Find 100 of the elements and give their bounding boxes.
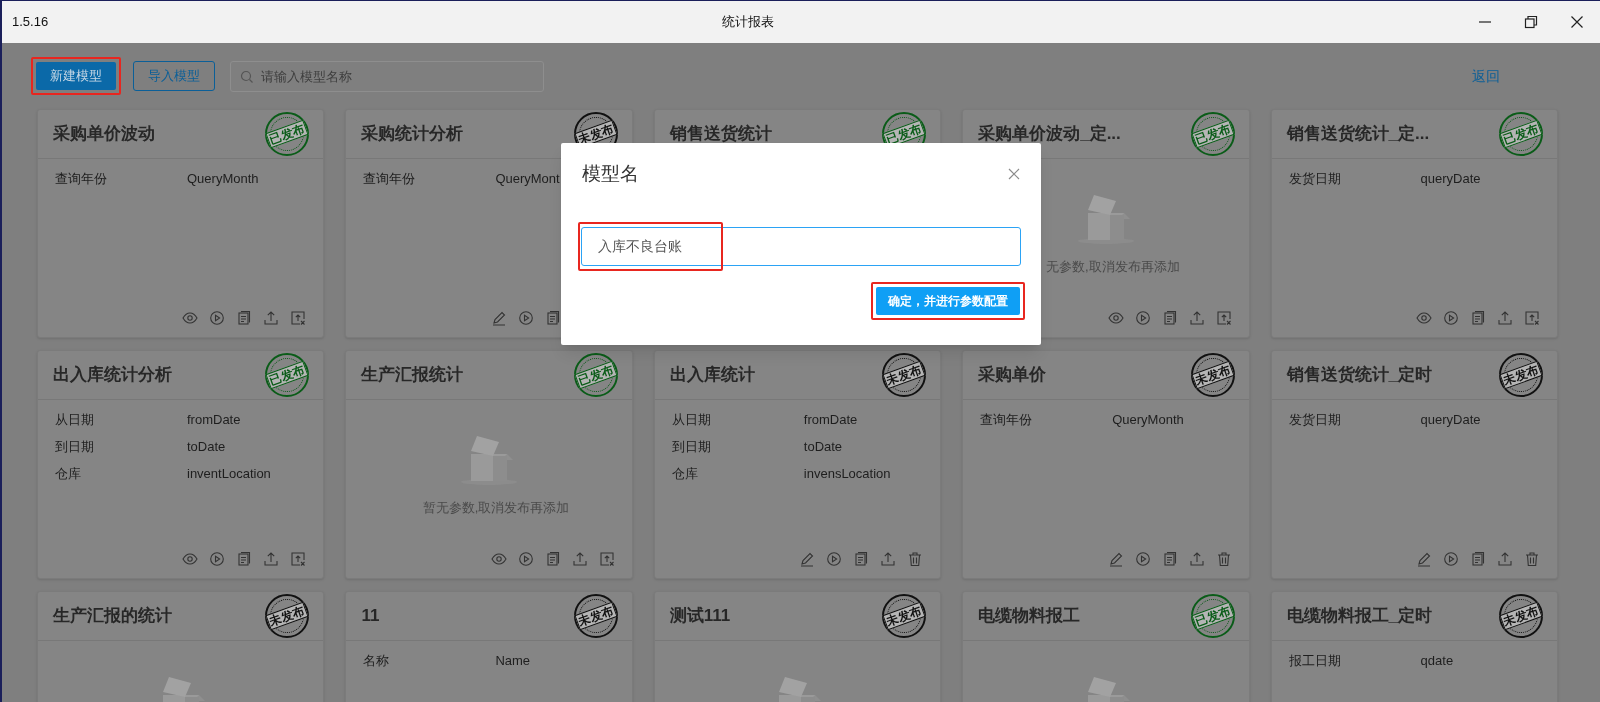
card-title: 电缆物料报工_定时 [1286,605,1433,628]
eye-icon[interactable] [182,551,199,567]
dialog-title: 模型名 [582,161,639,186]
export-icon[interactable] [290,310,307,326]
model-name-input[interactable]: 入库不良台账 [581,227,1021,266]
document-icon[interactable] [1470,551,1486,567]
pencil-icon[interactable] [1416,551,1432,567]
upload-icon[interactable] [263,310,280,326]
eye-icon[interactable] [1416,310,1432,326]
document-icon[interactable] [1161,310,1178,326]
param-label: 查询年份 [55,169,108,188]
eye-icon[interactable] [490,551,507,567]
export-icon[interactable] [290,551,307,567]
card-title: 出入库统计分析 [53,364,172,387]
param-label: 从日期 [671,410,712,429]
window-title: 统计报表 [722,13,774,32]
param-value: QueryMonth [1112,410,1184,429]
param-label: 查询年份 [363,169,417,188]
play-icon[interactable] [209,551,226,567]
export-icon[interactable] [598,551,615,567]
search-icon [240,69,254,84]
play-icon[interactable] [517,551,534,567]
upload-icon[interactable] [1188,551,1205,567]
param-value: fromDate [187,410,241,429]
param-value: toDate [187,437,226,456]
card-title: 采购统计分析 [361,123,464,146]
param-value: QueryMonth [187,169,259,188]
param-label: 报工日期 [1288,651,1342,670]
unpublished-stamp: 未发布 [882,594,927,638]
export-icon[interactable] [1524,310,1540,326]
card-title: 采购单价 [978,364,1047,387]
card-title: 生产汇报的统计 [53,605,172,628]
param-value: queryDate [1420,169,1481,188]
param-label: 发货日期 [1288,169,1342,188]
export-icon[interactable] [1215,310,1232,326]
param-label: 名称 [363,651,391,670]
import-model-button[interactable]: 导入模型 [133,61,215,91]
card-title: 测试111 [669,605,731,628]
document-icon[interactable] [1161,551,1178,567]
document-icon[interactable] [236,551,253,567]
card-title: 出入库统计 [669,364,755,387]
play-icon[interactable] [1134,310,1151,326]
param-label: 发货日期 [1288,410,1342,429]
param-value: Name [495,651,531,670]
document-icon[interactable] [544,551,561,567]
restore-icon[interactable] [1524,15,1538,29]
param-value: queryDate [1420,410,1481,429]
param-value: fromDate [803,410,858,429]
param-label: 查询年份 [980,410,1034,429]
search-field[interactable]: 请输入模型名称 [230,60,544,92]
unpublished-stamp: 未发布 [265,594,310,638]
document-icon[interactable] [236,310,253,326]
pencil-icon[interactable] [490,310,507,326]
upload-icon[interactable] [263,551,280,567]
card-title: 销售送货统计 [669,123,772,146]
param-label: 仓库 [55,464,82,483]
pencil-icon[interactable] [1107,551,1124,567]
card-title: 销售送货统计_定时 [1286,364,1433,387]
published-stamp: 已发布 [265,353,310,397]
param-label: 仓库 [671,464,699,483]
trash-icon[interactable] [907,551,924,567]
play-icon[interactable] [1443,310,1459,326]
document-icon[interactable] [1470,310,1486,326]
play-icon[interactable] [517,310,534,326]
new-model-button[interactable]: 新建模型 [36,62,116,90]
card-title: 11 [361,605,380,628]
param-value: invensLocation [803,464,891,483]
play-icon[interactable] [1443,551,1459,567]
play-icon[interactable] [1134,551,1151,567]
document-icon[interactable] [544,310,561,326]
trash-icon[interactable] [1524,551,1540,567]
param-value: toDate [803,437,843,456]
pencil-icon[interactable] [799,551,816,567]
confirm-button[interactable]: 确定，并进行参数配置 [876,287,1020,315]
upload-icon[interactable] [571,551,588,567]
trash-icon[interactable] [1215,551,1232,567]
upload-icon[interactable] [1188,310,1205,326]
eye-icon[interactable] [182,310,199,326]
published-stamp: 已发布 [1190,594,1235,638]
play-icon[interactable] [826,551,843,567]
param-label: 到日期 [55,437,95,456]
close-icon[interactable] [1570,15,1584,29]
param-label: 从日期 [55,410,95,429]
param-value: qdate [1420,651,1454,670]
upload-icon[interactable] [1497,310,1513,326]
param-label: 到日期 [671,437,712,456]
unpublished-stamp: 未发布 [1499,594,1543,638]
card-title: 电缆物料报工 [978,605,1081,628]
upload-icon[interactable] [1497,551,1513,567]
back-link[interactable]: 返回 [1472,65,1500,87]
param-value: inventLocation [187,464,271,483]
version-label: 1.5.16 [12,13,49,32]
unpublished-stamp: 未发布 [1190,353,1235,397]
document-icon[interactable] [853,551,870,567]
play-icon[interactable] [209,310,226,326]
upload-icon[interactable] [880,551,897,567]
eye-icon[interactable] [1107,310,1124,326]
unpublished-stamp: 未发布 [573,594,618,638]
published-stamp: 已发布 [1190,112,1235,156]
unpublished-stamp: 未发布 [1499,353,1543,397]
